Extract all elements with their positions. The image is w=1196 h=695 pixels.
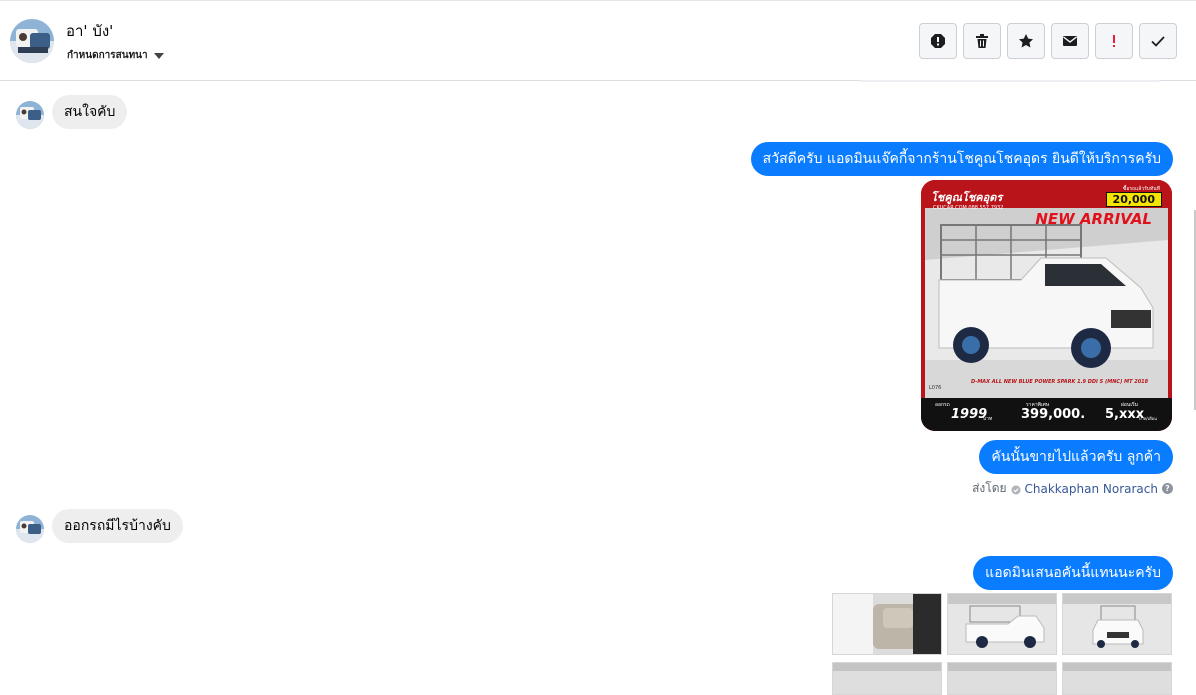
photo-thumbnail[interactable] bbox=[832, 662, 942, 695]
message-bubble-outgoing[interactable]: สวัสดีครับ แอดมินแจ๊คกี้จากร้านโชคูณโชคอ… bbox=[750, 142, 1173, 176]
divider bbox=[860, 80, 1160, 82]
assign-label: กำหนดการสนทนา bbox=[67, 50, 148, 61]
ad-badge: NEW ARRIVAL bbox=[1035, 210, 1152, 228]
ad-phone: CKUCAR.COM 088 557 7932 bbox=[933, 205, 1004, 211]
ad-start-amount: 1999 bbox=[951, 407, 988, 422]
help-icon[interactable]: ? bbox=[1162, 483, 1173, 494]
contact-avatar-small[interactable] bbox=[16, 515, 44, 543]
car-ad-image[interactable]: โชคูณโชคอุดร CKUCAR.COM 088 557 7932 ซื้… bbox=[921, 180, 1172, 431]
contact-avatar-small[interactable] bbox=[16, 101, 44, 129]
spam-icon bbox=[931, 34, 945, 48]
star-button[interactable] bbox=[1007, 23, 1045, 59]
ad-price-band: ออกรถ 1999 บาท ราคาพิเศษ 399,000. ผ่อนเร… bbox=[921, 398, 1172, 431]
trash-icon bbox=[976, 34, 988, 48]
mark-unread-button[interactable] bbox=[1051, 23, 1089, 59]
mark-spam-button[interactable] bbox=[919, 23, 957, 59]
verified-icon bbox=[1011, 484, 1021, 494]
assign-conversation-dropdown[interactable]: กำหนดการสนทนา bbox=[67, 48, 164, 63]
ad-installment-unit: บาท/เดือน bbox=[1139, 416, 1157, 421]
star-icon bbox=[1019, 34, 1033, 48]
sent-by-line: ส่งโดย Chakkaphan Norarach ? bbox=[972, 479, 1173, 498]
ad-down-amount: 20,000 bbox=[1105, 192, 1162, 207]
photo-thumbnail-front[interactable] bbox=[1062, 593, 1172, 655]
agent-name-link[interactable]: Chakkaphan Norarach bbox=[1025, 482, 1158, 496]
message-bubble-incoming[interactable]: ออกรถมีไรบ้างคับ bbox=[52, 509, 183, 543]
delete-button[interactable] bbox=[963, 23, 1001, 59]
contact-name: อา' บัง' bbox=[66, 22, 114, 40]
message-bubble-outgoing[interactable]: แอดมินเสนอคันนี้แทนนะครับ bbox=[973, 556, 1173, 590]
ad-code: L076 bbox=[929, 385, 942, 391]
mark-done-button[interactable] bbox=[1139, 23, 1177, 59]
photo-thumbnail[interactable] bbox=[947, 662, 1057, 695]
contact-avatar[interactable] bbox=[10, 19, 54, 63]
ad-price: 399,000. bbox=[1021, 407, 1086, 422]
photo-thumbnail[interactable] bbox=[1062, 662, 1172, 695]
caret-down-icon bbox=[153, 52, 164, 59]
exclamation-icon bbox=[1113, 35, 1115, 47]
conversation-toolbar bbox=[919, 23, 1177, 59]
ad-start-label: ออกรถ bbox=[935, 402, 950, 408]
follow-up-button[interactable] bbox=[1095, 23, 1133, 59]
ad-brand: โชคูณโชคอุดร bbox=[931, 191, 1003, 204]
message-bubble-incoming[interactable]: สนใจคับ bbox=[52, 95, 128, 129]
ad-start-unit: บาท bbox=[983, 416, 993, 422]
ad-model: D-MAX ALL NEW BLUE POWER SPARK 1.9 DDI S… bbox=[971, 379, 1149, 385]
photo-thumbnail-interior[interactable] bbox=[832, 593, 942, 655]
envelope-icon bbox=[1063, 36, 1077, 46]
sent-by-label: ส่งโดย bbox=[972, 481, 1007, 495]
check-icon bbox=[1151, 36, 1165, 47]
conversation-header: อา' บัง' กำหนดการสนทนา bbox=[0, 0, 1196, 81]
message-bubble-outgoing[interactable]: คันนั้นขายไปแล้วครับ ลูกค้า bbox=[979, 440, 1173, 474]
photo-thumbnail-front-side[interactable] bbox=[947, 593, 1057, 655]
